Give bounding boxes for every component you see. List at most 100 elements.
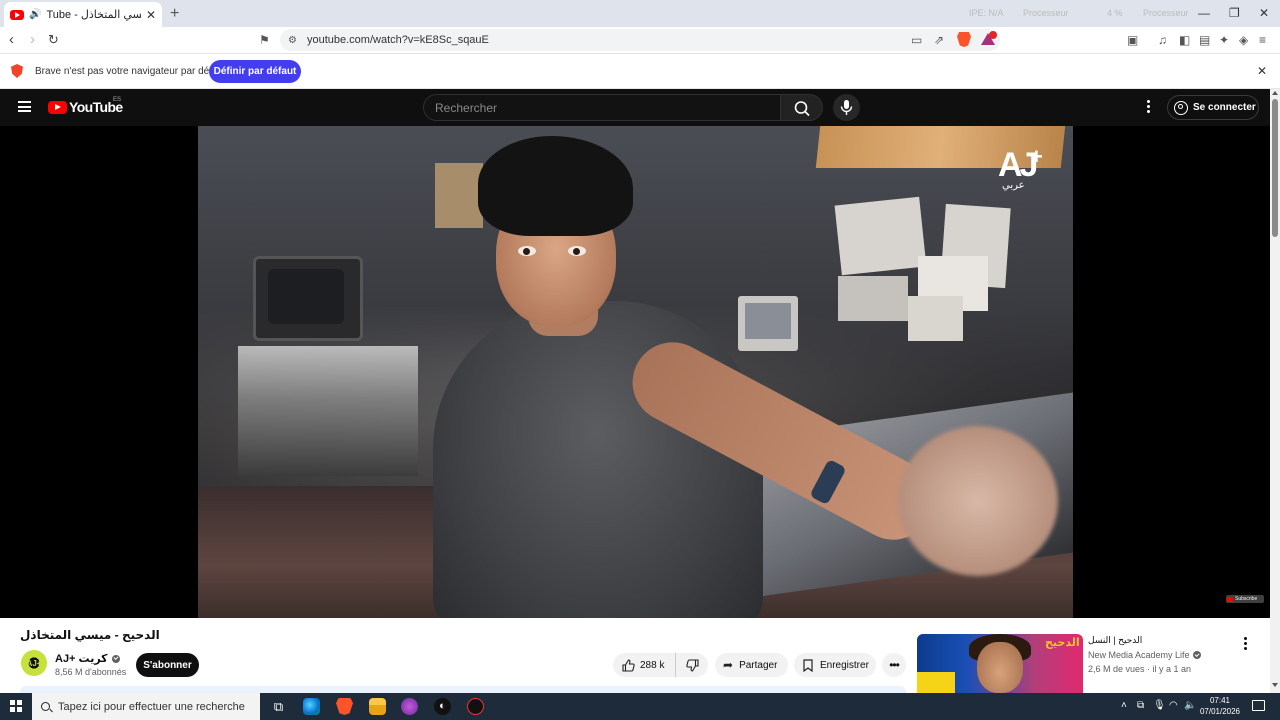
scrollbar-thumb[interactable] [1272,99,1278,237]
show-hidden-icons-icon[interactable]: ˄ [1121,700,1127,711]
recommended-video-thumbnail[interactable]: الدحيح [917,634,1083,693]
system-clock[interactable]: 07:41 07/01/2026 [1198,695,1242,717]
video-frame[interactable]: AJ + عربي [198,126,1073,618]
reload-button[interactable]: ↻ [48,32,59,48]
eye [518,246,536,256]
scroll-up-arrow-icon[interactable] [1272,91,1278,95]
youtube-logo-icon[interactable] [48,101,67,114]
recommended-video-title[interactable]: الدحيح | النسل [1088,635,1142,646]
verified-badge-icon [1192,651,1201,659]
close-infobar-icon[interactable]: ✕ [1257,64,1267,78]
recommended-kebab-icon[interactable] [1242,637,1248,652]
aj-plus-arabic-logo: AJ + عربي [998,144,1043,191]
dislike-button[interactable] [676,658,708,672]
youtube-header: YouTube ES Se connecter [0,89,1270,126]
task-view-icon[interactable]: ⧉ [270,698,287,715]
taskbar-search-box[interactable]: Tapez ici pour effectuer une recherche [32,693,260,720]
notifications-icon[interactable] [1252,700,1265,711]
leo-ai-icon[interactable]: ✦ [1219,33,1229,47]
save-button[interactable]: Enregistrer [794,653,876,677]
bookmark-icon[interactable]: ⚑ [259,33,270,47]
tab-title: Tube - الدحيح - ميسي المتخاذل [46,9,141,21]
sign-in-label: Se connecter [1193,102,1256,113]
channel-avatar[interactable]: AJ+ [21,650,47,676]
description-box[interactable] [20,686,906,693]
app-icon[interactable] [401,698,418,715]
verified-badge-icon [111,654,120,663]
poster [838,276,908,321]
reading-list-icon[interactable]: ▣ [1127,33,1138,47]
channel-name[interactable]: AJ+ كريت [55,652,120,665]
subscribe-button[interactable]: S'abonner [136,653,199,677]
wallet-icon[interactable]: ▤ [1199,33,1210,47]
system-monitor-cpu-label: Processeur [1023,8,1069,18]
audio-playing-icon[interactable]: 🔊 [29,9,41,20]
poster [435,163,483,228]
search-box[interactable] [423,94,781,121]
vpn-icon[interactable]: ◈ [1239,33,1248,47]
old-tv [253,256,363,341]
taskbar-search-placeholder: Tapez ici pour effectuer une recherche [58,700,245,713]
back-button[interactable]: ‹ [9,31,14,48]
youtube-mini-icon [1227,596,1233,602]
close-tab-icon[interactable]: ✕ [146,8,156,22]
search-input[interactable] [435,100,780,115]
microphone-tray-icon[interactable]: 🎙 [1153,700,1166,711]
brave-taskbar-icon[interactable] [336,698,353,715]
restore-window-icon[interactable]: ❐ [1229,6,1240,20]
windows-start-icon[interactable] [10,700,22,712]
desk [238,346,418,476]
sign-in-button[interactable]: Se connecter [1167,95,1259,120]
search-button[interactable] [781,94,823,121]
bookmark-save-icon [803,658,813,672]
thumbnail-title: الدحيح [1045,637,1080,649]
file-explorer-icon[interactable] [369,698,386,715]
edge-icon[interactable] [303,698,320,715]
share-page-icon[interactable]: ⇗ [934,33,944,47]
search-icon [794,101,810,117]
app-icon[interactable]: ◐ [434,698,451,715]
more-actions-button[interactable]: ••• [882,653,906,677]
scroll-down-arrow-icon[interactable] [1272,683,1278,687]
like-button[interactable]: 288 k [613,653,676,677]
new-tab-button[interactable]: + [170,5,179,23]
guide-menu-icon[interactable] [18,101,31,112]
menu-icon[interactable]: ≡ [1259,33,1266,47]
media-icon[interactable]: ♫ [1158,33,1167,47]
site-info-icon[interactable]: ⚙ [288,35,297,46]
tray-app-icon[interactable]: ⧉ [1137,700,1144,711]
country-code: ES [113,97,122,103]
set-default-button[interactable]: Définir par défaut [209,60,301,83]
share-arrow-icon: ➦ [723,658,734,672]
recommended-channel[interactable]: New Media Academy Life [1088,650,1201,660]
default-browser-infobar: Brave n'est pas votre navigateur par déf… [0,54,1280,89]
video-player[interactable]: AJ + عربي [0,126,1270,618]
person-hand [898,426,1058,576]
volume-icon[interactable]: 🔈 [1184,700,1196,711]
settings-kebab-icon[interactable] [1144,100,1152,114]
eye [568,246,586,256]
wifi-icon[interactable]: ◠ [1169,700,1178,711]
account-icon [1174,100,1188,115]
address-bar[interactable]: ⚙ youtube.com/watch?v=kE8Sc_sqauE [280,29,1000,51]
page-scrollbar[interactable] [1270,89,1280,693]
close-window-icon[interactable]: ✕ [1259,6,1269,20]
video-title: الدحيح - ميسي المتخاذل [20,628,160,642]
thumbs-up-icon [622,658,635,672]
infobar-message: Brave n'est pas votre navigateur par déf… [35,66,226,77]
youtube-favicon-icon [10,9,24,20]
brave-shield-icon [11,64,23,78]
cast-icon[interactable]: ▭ [911,33,922,47]
share-button[interactable]: ➦ Partager [715,653,788,677]
sidebar-icon[interactable]: ◧ [1179,33,1190,47]
subscribe-watermark[interactable]: Subscribe [1226,595,1264,603]
thumbs-down-icon [685,658,699,672]
forward-button[interactable]: › [30,31,35,48]
browser-toolbar: ‹ › ↻ ⚑ ⚙ youtube.com/watch?v=kE8Sc_sqau… [0,27,1280,54]
rewards-badge [989,31,997,39]
app-icon[interactable] [467,698,484,715]
voice-search-button[interactable] [833,94,860,121]
minimize-window-icon[interactable]: — [1198,6,1210,20]
browser-tab-youtube[interactable]: 🔊 Tube - الدحيح - ميسي المتخاذل ✕ [4,2,162,27]
more-horizontal-icon: ••• [889,658,900,672]
